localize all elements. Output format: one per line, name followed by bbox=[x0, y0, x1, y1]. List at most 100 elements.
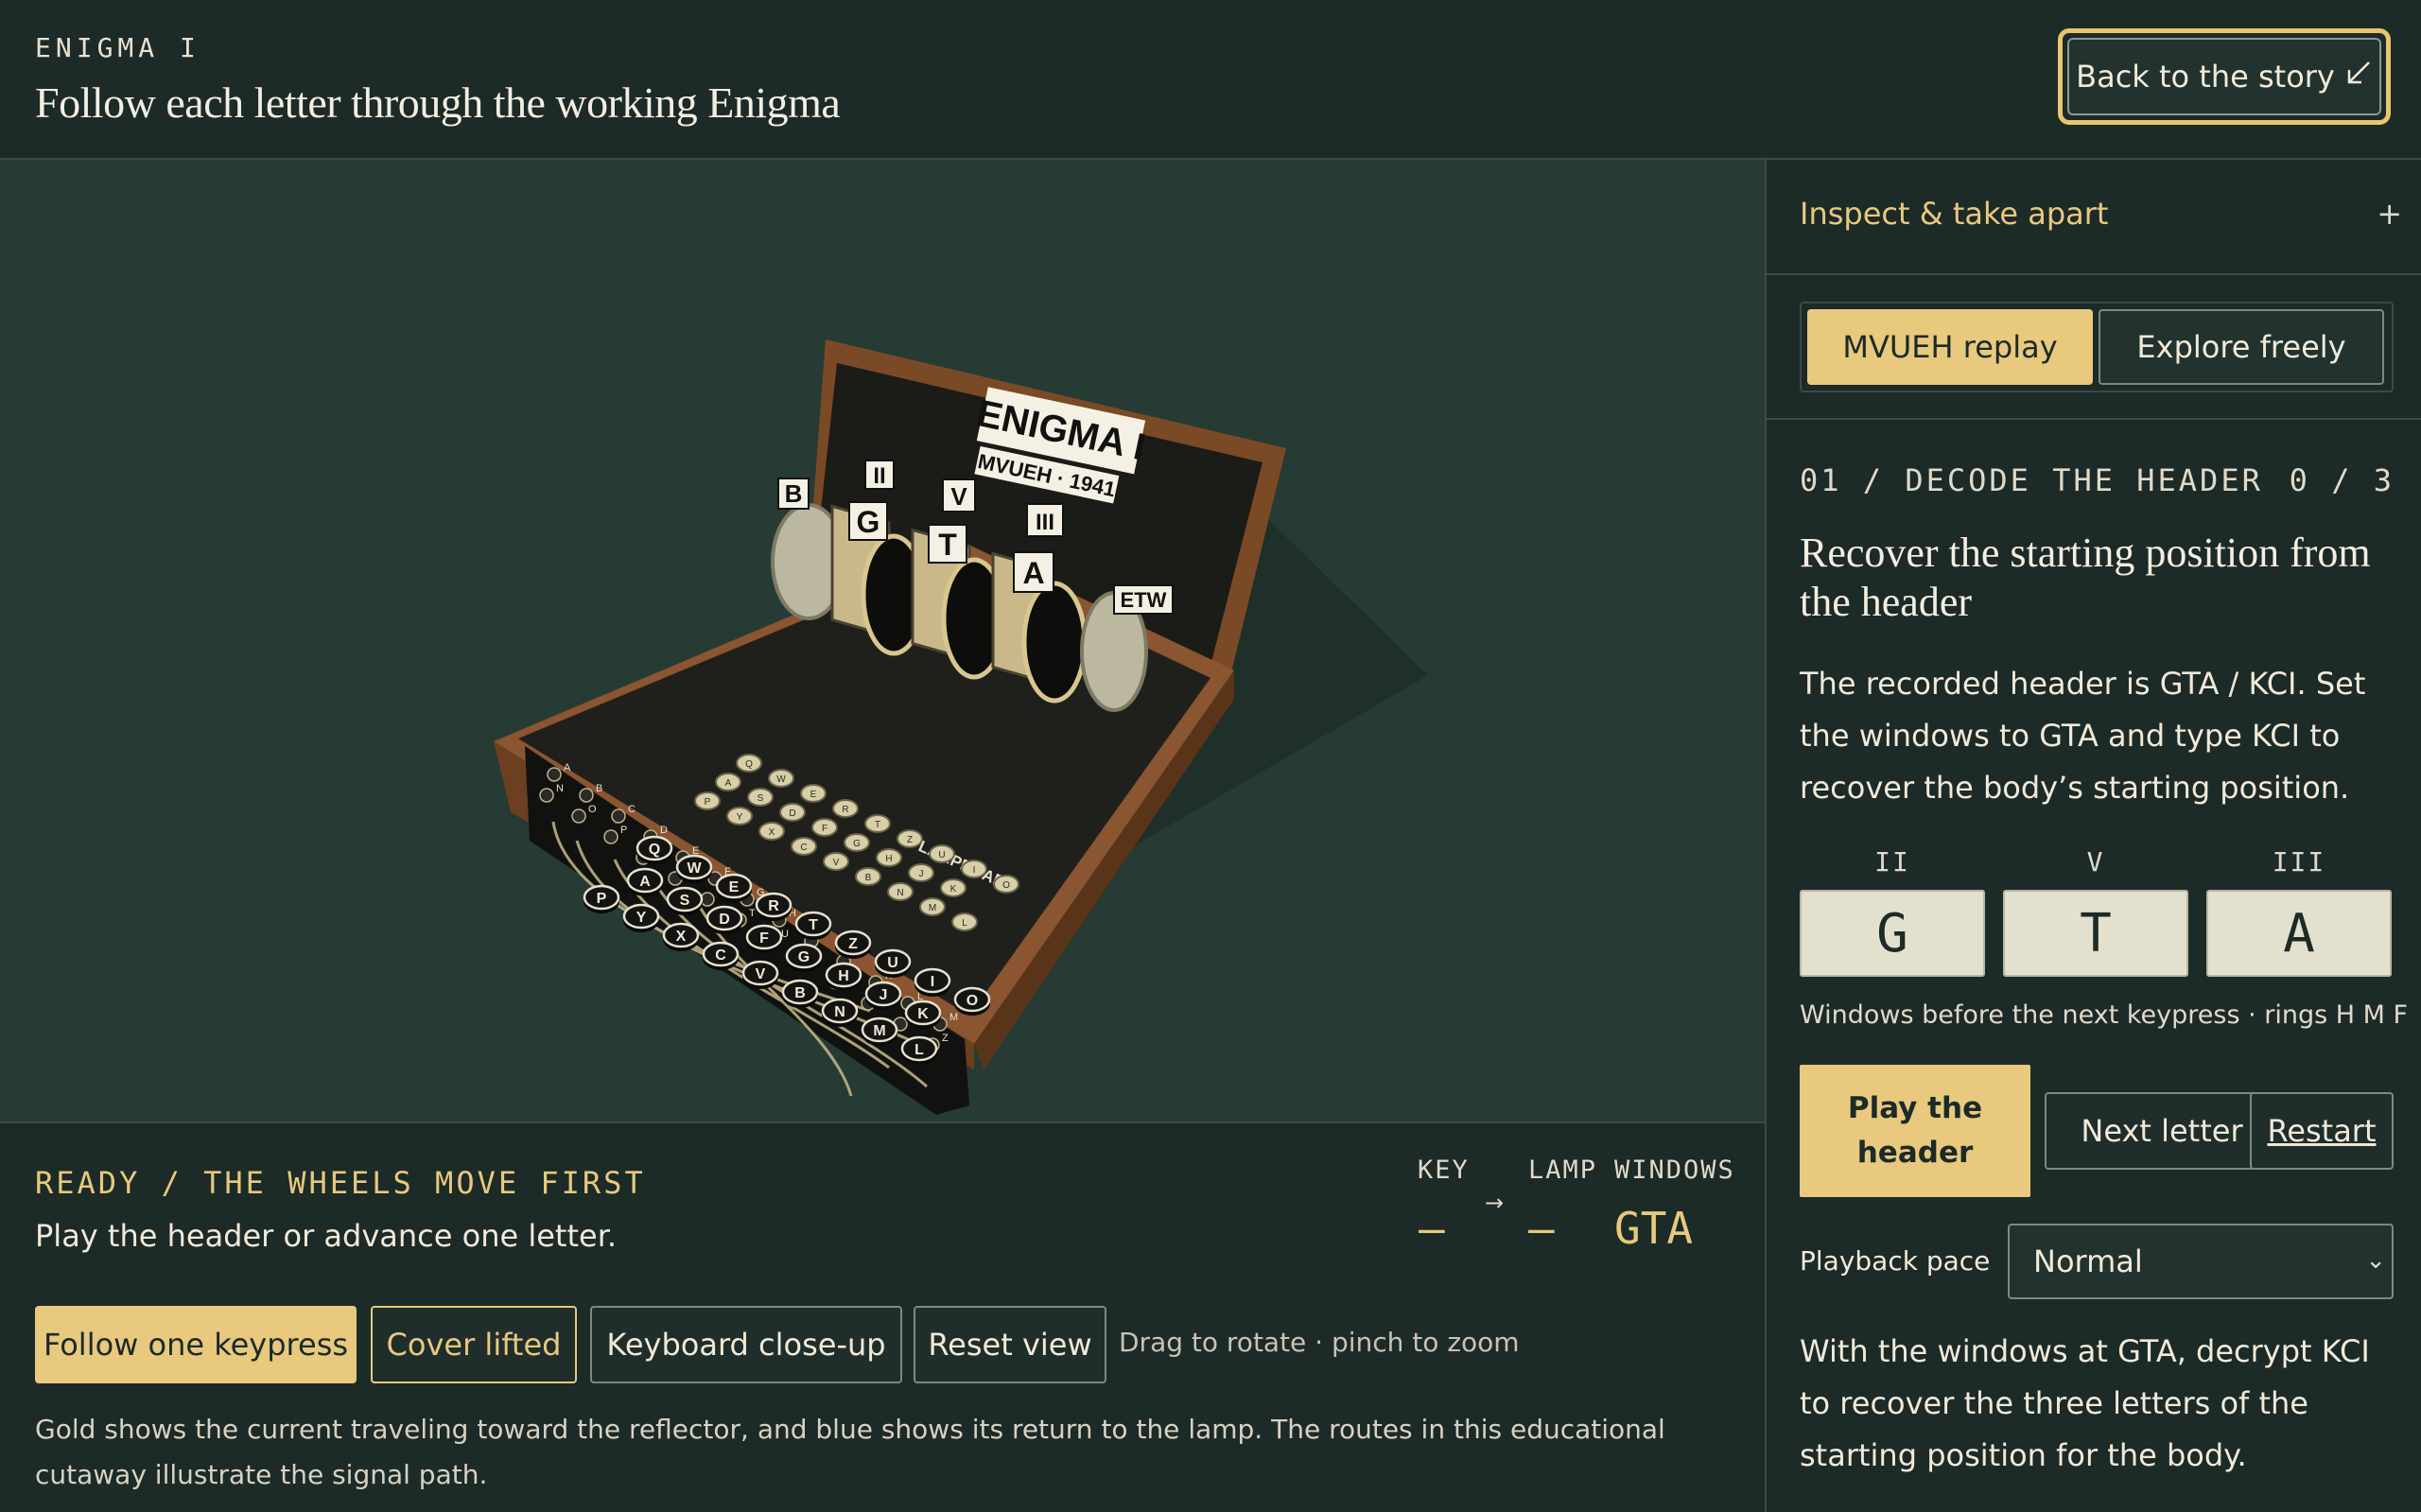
keyboard-key-q[interactable]: Q bbox=[636, 835, 673, 864]
status-panel: READY / THE WHEELS MOVE FIRST Play the h… bbox=[0, 1123, 1767, 1512]
keyboard-key-label: T bbox=[809, 917, 818, 933]
rotor-window-middle[interactable]: T bbox=[2003, 890, 2188, 977]
playback-pace-value: Normal bbox=[2033, 1243, 2143, 1279]
lamp-v: V bbox=[823, 852, 849, 871]
section-divider bbox=[1767, 418, 2421, 420]
lamp-label: A bbox=[725, 778, 732, 789]
lamp-readout-value: – bbox=[1528, 1203, 1555, 1254]
plug-socket-label: B bbox=[596, 783, 602, 794]
lamp-q: Q bbox=[736, 754, 762, 773]
rotor-window-right[interactable]: A bbox=[2206, 890, 2392, 977]
mode-toggle: MVUEH replay Explore freely bbox=[1800, 302, 2394, 392]
keyboard-key-i[interactable]: I bbox=[914, 967, 951, 997]
lamp-label: J bbox=[919, 869, 924, 879]
lamp-l: L bbox=[951, 912, 978, 931]
lamp-label: E bbox=[810, 790, 817, 800]
keyboard-key-g[interactable]: G bbox=[785, 943, 823, 972]
left-rotor-type-label: II bbox=[873, 463, 885, 489]
keyboard-key-s[interactable]: S bbox=[666, 886, 704, 915]
step-description: The recorded header is GTA / KCI. Set th… bbox=[1800, 666, 2366, 806]
keyboard-key-m[interactable]: M bbox=[861, 1017, 898, 1046]
lamp-g: G bbox=[844, 833, 870, 852]
lamp-a: A bbox=[715, 773, 741, 791]
lamp-label: K bbox=[950, 884, 957, 895]
keyboard-key-r[interactable]: R bbox=[755, 892, 792, 921]
mode-replay-button[interactable]: MVUEH replay bbox=[1807, 309, 2093, 385]
windows-readout-value: GTA bbox=[1614, 1203, 1694, 1254]
plug-socket-label: A bbox=[564, 762, 571, 773]
keyboard-key-x[interactable]: X bbox=[662, 922, 700, 951]
keyboard-key-u[interactable]: U bbox=[874, 948, 912, 978]
window-rotor-label-middle: V bbox=[2086, 846, 2105, 878]
keyboard-key-a[interactable]: A bbox=[626, 867, 664, 896]
keyboard-key-j[interactable]: J bbox=[864, 981, 902, 1010]
keyboard-key-l[interactable]: L bbox=[900, 1035, 938, 1065]
lamp-t: T bbox=[864, 814, 891, 833]
playback-pace-select[interactable]: Normal ⌄ bbox=[2008, 1224, 2394, 1299]
lamp-label: G bbox=[853, 839, 861, 849]
lamp-z: Z bbox=[897, 829, 923, 848]
keyboard-key-e[interactable]: E bbox=[715, 873, 753, 902]
keyboard-key-f[interactable]: F bbox=[745, 924, 783, 953]
keyboard-key-y[interactable]: Y bbox=[622, 903, 660, 932]
cover-lifted-button[interactable]: Cover lifted bbox=[371, 1306, 577, 1383]
lamp-label: Q bbox=[745, 759, 753, 770]
keyboard-key-b[interactable]: B bbox=[781, 979, 819, 1008]
step-label: 01 / DECODE THE HEADER bbox=[1800, 462, 2263, 498]
plug-socket-label: C bbox=[628, 804, 636, 815]
reset-view-button[interactable]: Reset view bbox=[914, 1306, 1106, 1383]
lamp-r: R bbox=[832, 799, 859, 818]
keyboard-key-p[interactable]: P bbox=[583, 884, 620, 913]
keyboard-key-label: C bbox=[715, 947, 726, 964]
keyboard-key-o[interactable]: O bbox=[953, 986, 991, 1016]
lamp-f: F bbox=[811, 818, 838, 837]
lamp-e: E bbox=[800, 784, 827, 803]
signal-legend: Gold shows the current traveling toward … bbox=[35, 1414, 1665, 1490]
signal-arrow: → bbox=[1485, 1190, 1505, 1216]
keyboard-key-v[interactable]: V bbox=[741, 960, 779, 989]
play-header-button[interactable]: Play the header bbox=[1800, 1065, 2030, 1197]
arrow-down-left-icon bbox=[2344, 59, 2373, 95]
next-letter-button[interactable]: Next letter bbox=[2045, 1092, 2279, 1170]
lamp-readout-label: LAMP bbox=[1528, 1156, 1598, 1185]
inspect-accordion[interactable]: Inspect & take apart + bbox=[1767, 160, 2421, 275]
back-to-story-button[interactable]: Back to the story bbox=[2058, 28, 2391, 125]
lamp-label: F bbox=[822, 824, 827, 834]
enigma-machine-render[interactable]: ABCDEFGHIJKLMNOPQRSTUVWXYZ ENIGMA I MVUE… bbox=[0, 160, 1765, 1121]
playback-pace-label: Playback pace bbox=[1800, 1245, 1991, 1277]
window-rotor-label-left: II bbox=[1874, 846, 1910, 878]
keyboard-key-label: N bbox=[834, 1004, 845, 1020]
left-rotor-letter-label: G bbox=[857, 505, 880, 539]
keyboard-key-h[interactable]: H bbox=[825, 962, 862, 991]
rotor-window-left[interactable]: G bbox=[1800, 890, 1985, 977]
lesson-panel: Inspect & take apart + MVUEH replay Expl… bbox=[1767, 160, 2421, 1512]
plus-icon[interactable]: + bbox=[2377, 196, 2402, 232]
window-rotor-label-right: III bbox=[2272, 846, 2326, 878]
follow-keypress-button[interactable]: Follow one keypress bbox=[35, 1306, 357, 1383]
keyboard-key-z[interactable]: Z bbox=[834, 930, 872, 959]
keyboard-key-d[interactable]: D bbox=[705, 905, 743, 934]
keyboard-key-label: K bbox=[917, 1006, 929, 1022]
lamp-s: S bbox=[747, 788, 774, 807]
keyboard-key-label: Q bbox=[649, 842, 660, 858]
keyboard-key-label: F bbox=[759, 930, 769, 947]
keyboard-key-k[interactable]: K bbox=[904, 999, 942, 1029]
chevron-down-icon: ⌄ bbox=[2365, 1246, 2386, 1275]
mode-explore-button[interactable]: Explore freely bbox=[2099, 309, 2384, 385]
lamp-label: B bbox=[865, 873, 872, 883]
restart-button[interactable]: Restart bbox=[2250, 1092, 2394, 1170]
lamp-c: C bbox=[791, 837, 817, 856]
keyboard-key-label: W bbox=[687, 860, 702, 877]
lamp-label: U bbox=[938, 850, 945, 860]
enigma-3d-viewer[interactable]: ABCDEFGHIJKLMNOPQRSTUVWXYZ ENIGMA I MVUE… bbox=[0, 160, 1767, 1123]
keyboard-closeup-button[interactable]: Keyboard close-up bbox=[590, 1306, 902, 1383]
keyboard-key-n[interactable]: N bbox=[821, 998, 859, 1027]
app-kicker: ENIGMA I bbox=[35, 32, 200, 63]
keyboard-key-t[interactable]: T bbox=[794, 911, 832, 940]
lamp-label: L bbox=[962, 918, 967, 929]
keyboard-key-label: P bbox=[597, 891, 607, 907]
keyboard-key-w[interactable]: W bbox=[675, 854, 713, 883]
lamp-p: P bbox=[694, 791, 721, 810]
status-title: READY / THE WHEELS MOVE FIRST bbox=[35, 1165, 646, 1201]
keyboard-key-c[interactable]: C bbox=[702, 941, 740, 970]
